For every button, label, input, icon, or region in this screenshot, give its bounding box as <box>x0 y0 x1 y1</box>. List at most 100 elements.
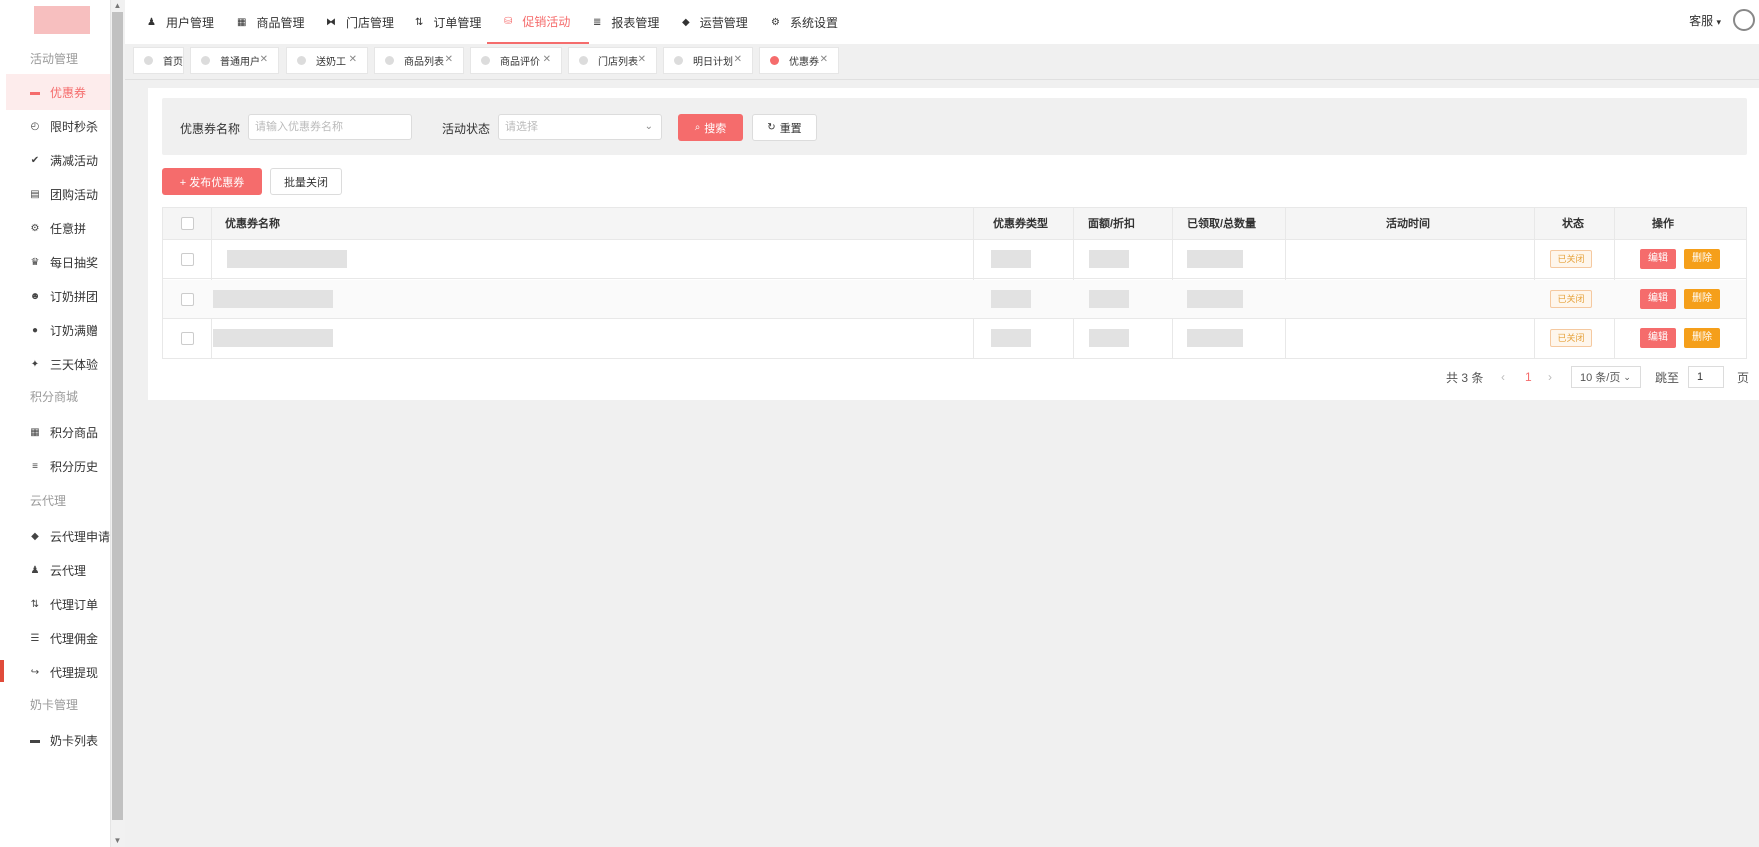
sidebar-item-milk-group[interactable]: ☻ 订奶拼团 <box>6 278 124 314</box>
pagination-prev[interactable]: ‹ <box>1501 367 1505 387</box>
delete-button[interactable]: 删除 <box>1684 249 1720 269</box>
sidebar-item-daily-lottery[interactable]: ♛ 每日抽奖 <box>6 244 124 280</box>
nav-item-label: 促销活动 <box>522 14 571 29</box>
sidebar-item-coupon[interactable]: ▬ 优惠券 <box>6 74 124 110</box>
sidebar-item-agent-apply[interactable]: ◆ 云代理申请 <box>6 518 124 554</box>
chevron-down-icon: ▾ <box>1716 16 1721 27</box>
sidebar-item-points-goods[interactable]: ▦ 积分商品 <box>6 414 124 450</box>
tag-coupon[interactable]: 优惠券 ✕ <box>759 47 839 74</box>
tag-home[interactable]: 首页 <box>133 47 184 74</box>
list-icon: ≡ <box>32 460 38 472</box>
sidebar-item-label: 代理提现 <box>50 665 99 680</box>
tag-goods-list[interactable]: 商品列表 ✕ <box>374 47 464 74</box>
nav-item-label: 报表管理 <box>611 15 660 30</box>
sidebar-item-label: 云代理申请 <box>50 529 111 544</box>
coupon-table: 优惠券名称 优惠券类型 面额/折扣 已领取/总数量 活动时间 状态 操作 已关闭… <box>162 207 1747 359</box>
dot-icon <box>201 56 210 65</box>
tags-bar: 首页 普通用户 ✕ 送奶工 ✕ 商品列表 ✕ 商品评价 ✕ 门店列表 ✕ 明日计划 ✕ 优惠… <box>125 44 1759 80</box>
sidebar-item-three-day-trial[interactable]: ✦ 三天体验 <box>6 346 124 382</box>
nav-item-settings[interactable]: ⚙ 系统设置 <box>771 0 838 44</box>
tag-label: 明日计划 <box>693 57 733 68</box>
close-icon[interactable]: ✕ <box>260 54 268 65</box>
sidebar-group-activity: 活动管理 <box>30 52 79 66</box>
sidebar-item-milk-gift[interactable]: ● 订奶满赠 <box>6 312 124 348</box>
status-badge: 已关闭 <box>1550 290 1592 308</box>
goto-page-input[interactable]: 1 <box>1688 366 1724 388</box>
delete-button[interactable]: 删除 <box>1684 289 1720 309</box>
nav-item-users[interactable]: ♟ 用户管理 <box>147 0 214 44</box>
row-checkbox[interactable] <box>181 253 194 266</box>
tag-goods-review[interactable]: 商品评价 ✕ <box>470 47 562 74</box>
sidebar-item-full-reduction[interactable]: ✔ 满减活动 <box>6 142 124 178</box>
sidebar-item-agent[interactable]: ♟ 云代理 <box>6 552 124 588</box>
dot-icon <box>579 56 588 65</box>
sidebar-group-milk-card: 奶卡管理 <box>30 698 79 712</box>
tag-icon: ◆ <box>682 16 690 28</box>
edit-button[interactable]: 编辑 <box>1640 249 1676 269</box>
publish-coupon-button[interactable]: + 发布优惠券 <box>162 168 262 195</box>
sidebar-edge-mark <box>0 660 4 682</box>
user-menu[interactable]: 客服 ▾ <box>1689 0 1759 40</box>
sidebar-item-label: 满减活动 <box>50 153 99 168</box>
table-row: 已关闭 编辑 删除 <box>163 319 1746 358</box>
scroll-up-icon[interactable]: ▲ <box>110 0 125 12</box>
dot-icon <box>297 56 306 65</box>
sidebar-item-agent-orders[interactable]: ⇅ 代理订单 <box>6 586 124 622</box>
nav-item-stores[interactable]: ⧓ 门店管理 <box>326 0 394 44</box>
sidebar-item-flash-sale[interactable]: ◴ 限时秒杀 <box>6 108 124 144</box>
tag-label: 优惠券 <box>789 57 819 68</box>
nav-item-reports[interactable]: ≣ 报表管理 <box>593 0 659 44</box>
column-header: 活动时间 <box>1386 218 1430 230</box>
edit-button[interactable]: 编辑 <box>1640 328 1676 348</box>
sidebar-group-cloud-agent: 云代理 <box>30 494 67 508</box>
delete-button[interactable]: 删除 <box>1684 328 1720 348</box>
close-icon[interactable]: ✕ <box>543 54 551 65</box>
tag-milkman[interactable]: 送奶工 ✕ <box>286 47 368 74</box>
nav-item-operations[interactable]: ◆ 运营管理 <box>682 0 748 44</box>
close-icon[interactable]: ✕ <box>734 54 742 65</box>
status-badge: 已关闭 <box>1550 250 1592 268</box>
logo <box>34 6 90 34</box>
tag-tomorrow-plan[interactable]: 明日计划 ✕ <box>663 47 753 74</box>
user-name-text: 客服 <box>1689 13 1714 28</box>
coupon-name-input[interactable]: 请输入优惠券名称 <box>248 114 412 140</box>
sidebar-item-points-history[interactable]: ≡ 积分历史 <box>6 448 124 484</box>
sidebar-item-agent-commission[interactable]: ☰ 代理佣金 <box>6 620 124 656</box>
nav-item-goods[interactable]: ▦ 商品管理 <box>237 0 304 44</box>
tag-regular-users[interactable]: 普通用户 ✕ <box>190 47 279 74</box>
page-size-select[interactable]: 10 条/页 ⌄ <box>1571 366 1641 388</box>
row-checkbox[interactable] <box>181 293 194 306</box>
sidebar-item-label: 云代理 <box>50 563 87 578</box>
user-name[interactable]: 客服 ▾ <box>1689 12 1721 29</box>
scroll-down-icon[interactable]: ▼ <box>110 835 125 847</box>
pagination-next[interactable]: › <box>1548 367 1552 387</box>
nav-item-promotions[interactable]: ⛁ 促销活动 <box>487 0 589 44</box>
gift-icon: ● <box>31 324 39 336</box>
basket-icon: ⛁ <box>504 15 513 27</box>
close-icon[interactable]: ✕ <box>349 54 357 65</box>
sidebar-item-milk-card-list[interactable]: ▬ 奶卡列表 <box>6 722 124 758</box>
edit-button[interactable]: 编辑 <box>1640 289 1676 309</box>
close-icon[interactable]: ✕ <box>820 54 828 65</box>
nav-item-orders[interactable]: ⇅ 订单管理 <box>415 0 481 44</box>
tag-store-list[interactable]: 门店列表 ✕ <box>568 47 657 74</box>
pagination-page-1[interactable]: 1 <box>1525 367 1532 387</box>
batch-close-button[interactable]: 批量关闭 <box>270 168 342 195</box>
sidebar-scroll-thumb[interactable] <box>112 12 123 820</box>
redacted-cell <box>991 329 1031 347</box>
sidebar-item-agent-withdraw[interactable]: ↪ 代理提现 <box>6 654 124 690</box>
sidebar-item-group-buy[interactable]: ▤ 团购活动 <box>6 176 124 212</box>
redacted-cell <box>1089 290 1129 308</box>
avatar[interactable] <box>1733 9 1755 31</box>
search-button[interactable]: ⌕ 搜索 <box>678 114 743 141</box>
close-icon[interactable]: ✕ <box>638 54 646 65</box>
select-all-checkbox[interactable] <box>181 217 194 230</box>
close-icon[interactable]: ✕ <box>445 54 453 65</box>
row-checkbox[interactable] <box>181 332 194 345</box>
sidebar-item-any-group[interactable]: ⚙ 任意拼 <box>6 210 124 246</box>
reset-button[interactable]: ↻ 重置 <box>752 114 817 141</box>
redacted-cell <box>213 329 333 347</box>
activity-status-select[interactable]: 请选择 ⌄ <box>498 114 662 140</box>
coupon-name-placeholder: 请输入优惠券名称 <box>255 121 343 133</box>
person-icon: ♟ <box>147 16 156 28</box>
